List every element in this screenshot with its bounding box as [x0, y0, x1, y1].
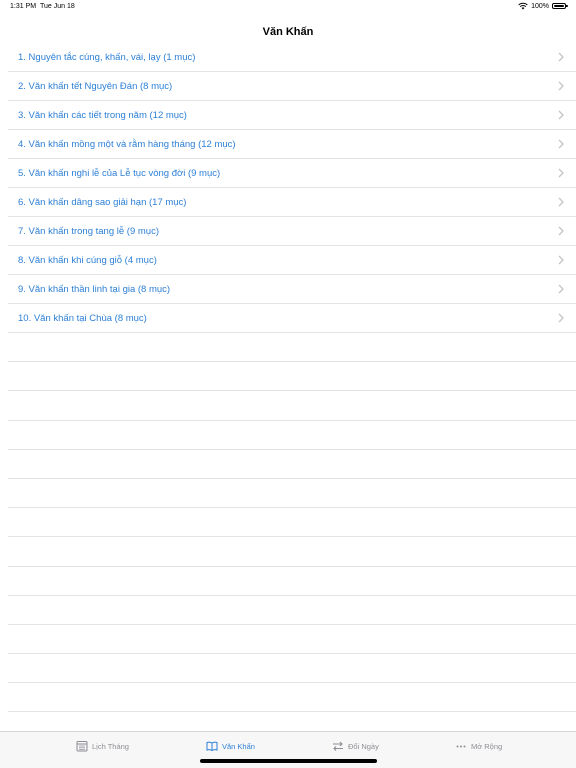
status-bar: 1:31 PM Tue Jun 18 100%: [0, 0, 576, 14]
empty-row: [8, 567, 576, 596]
list-item[interactable]: 9. Văn khấn thần linh tại gia (8 mục): [8, 275, 576, 304]
chevron-right-icon: [558, 197, 564, 207]
chevron-right-icon: [558, 168, 564, 178]
list-item[interactable]: 1. Nguyên tắc cúng, khấn, vái, lạy (1 mụ…: [8, 43, 576, 72]
tab-mo-rong[interactable]: Mở Rộng: [455, 740, 502, 752]
more-icon: [456, 745, 466, 748]
list-item-label: 3. Văn khấn các tiết trong năm (12 mục): [18, 110, 187, 121]
page-title: Văn Khấn: [262, 26, 314, 38]
status-indicators: 100%: [518, 2, 568, 10]
van-khan-list: 1. Nguyên tắc cúng, khấn, vái, lạy (1 mụ…: [8, 43, 576, 713]
list-item[interactable]: 10. Văn khấn tại Chùa (8 mục): [8, 304, 576, 333]
list-item-label: 2. Văn khấn tết Nguyên Đán (8 mục): [18, 81, 173, 92]
list-item[interactable]: 3. Văn khấn các tiết trong năm (12 mục): [8, 101, 576, 130]
chevron-right-icon: [558, 110, 564, 120]
empty-row: [8, 362, 576, 392]
list-item[interactable]: 2. Văn khấn tết Nguyên Đán (8 mục): [8, 72, 576, 101]
empty-row: [8, 421, 576, 450]
list-item-label: 6. Văn khấn dâng sao giải hạn (17 mục): [18, 197, 187, 208]
tab-label: Mở Rộng: [471, 741, 503, 751]
list-item-label: 4. Văn khấn mồng một và rằm hàng tháng (…: [18, 139, 236, 150]
home-indicator[interactable]: [200, 759, 377, 763]
empty-row: [8, 333, 576, 363]
chevron-right-icon: [558, 81, 564, 91]
calendar-icon: [76, 741, 88, 752]
empty-row: [8, 654, 576, 684]
empty-row: [8, 625, 576, 655]
tab-doi-ngay[interactable]: Đổi Ngày: [332, 740, 379, 752]
tab-van-khan[interactable]: Văn Khấn: [206, 740, 255, 752]
tab-bar: Lịch Tháng Văn Khấn Đổi Ngày Mở Rộng: [0, 731, 576, 768]
chevron-right-icon: [558, 226, 564, 236]
list-item-label: 5. Văn khấn nghi lễ của Lễ tục vòng đời …: [18, 168, 221, 179]
tab-label: Lịch Tháng: [92, 741, 129, 751]
chevron-right-icon: [558, 139, 564, 149]
empty-row: [8, 391, 576, 421]
empty-row: [8, 508, 576, 538]
list-item[interactable]: 7. Văn khấn trong tang lễ (9 mục): [8, 217, 576, 246]
empty-row: [8, 683, 576, 713]
tab-label: Đổi Ngày: [348, 741, 379, 751]
battery-level: [554, 5, 564, 7]
empty-row: [8, 596, 576, 625]
swap-arrows-icon: [333, 741, 343, 751]
list-item-label: 10. Văn khấn tại Chùa (8 mục): [18, 313, 147, 324]
list-item[interactable]: 6. Văn khấn dâng sao giải hạn (17 mục): [8, 188, 576, 217]
battery-icon: [552, 3, 568, 9]
empty-row: [8, 537, 576, 567]
tab-lich-thang[interactable]: Lịch Tháng: [76, 740, 129, 752]
list-item-label: 9. Văn khấn thần linh tại gia (8 mục): [18, 284, 171, 295]
empty-row: [8, 450, 576, 479]
list-item-label: 8. Văn khấn khi cúng giỗ (4 mục): [18, 255, 157, 266]
list-item-label: 7. Văn khấn trong tang lễ (9 mục): [18, 226, 159, 237]
status-time: 1:31 PM: [10, 3, 37, 10]
empty-row: [8, 479, 576, 509]
chevron-right-icon: [558, 284, 564, 294]
list-item[interactable]: 5. Văn khấn nghi lễ của Lễ tục vòng đời …: [8, 159, 576, 188]
chevron-right-icon: [558, 255, 564, 265]
battery-percent: 100%: [531, 2, 549, 10]
status-date: Tue Jun 18: [40, 3, 75, 10]
wifi-icon: [518, 2, 528, 10]
list-item-label: 1. Nguyên tắc cúng, khấn, vái, lạy (1 mụ…: [18, 52, 196, 63]
list-item[interactable]: 4. Văn khấn mồng một và rằm hàng tháng (…: [8, 130, 576, 159]
chevron-right-icon: [558, 52, 564, 62]
chevron-right-icon: [558, 313, 564, 323]
tab-label: Văn Khấn: [222, 741, 255, 751]
list-item[interactable]: 8. Văn khấn khi cúng giỗ (4 mục): [8, 246, 576, 275]
book-icon: [206, 741, 218, 752]
